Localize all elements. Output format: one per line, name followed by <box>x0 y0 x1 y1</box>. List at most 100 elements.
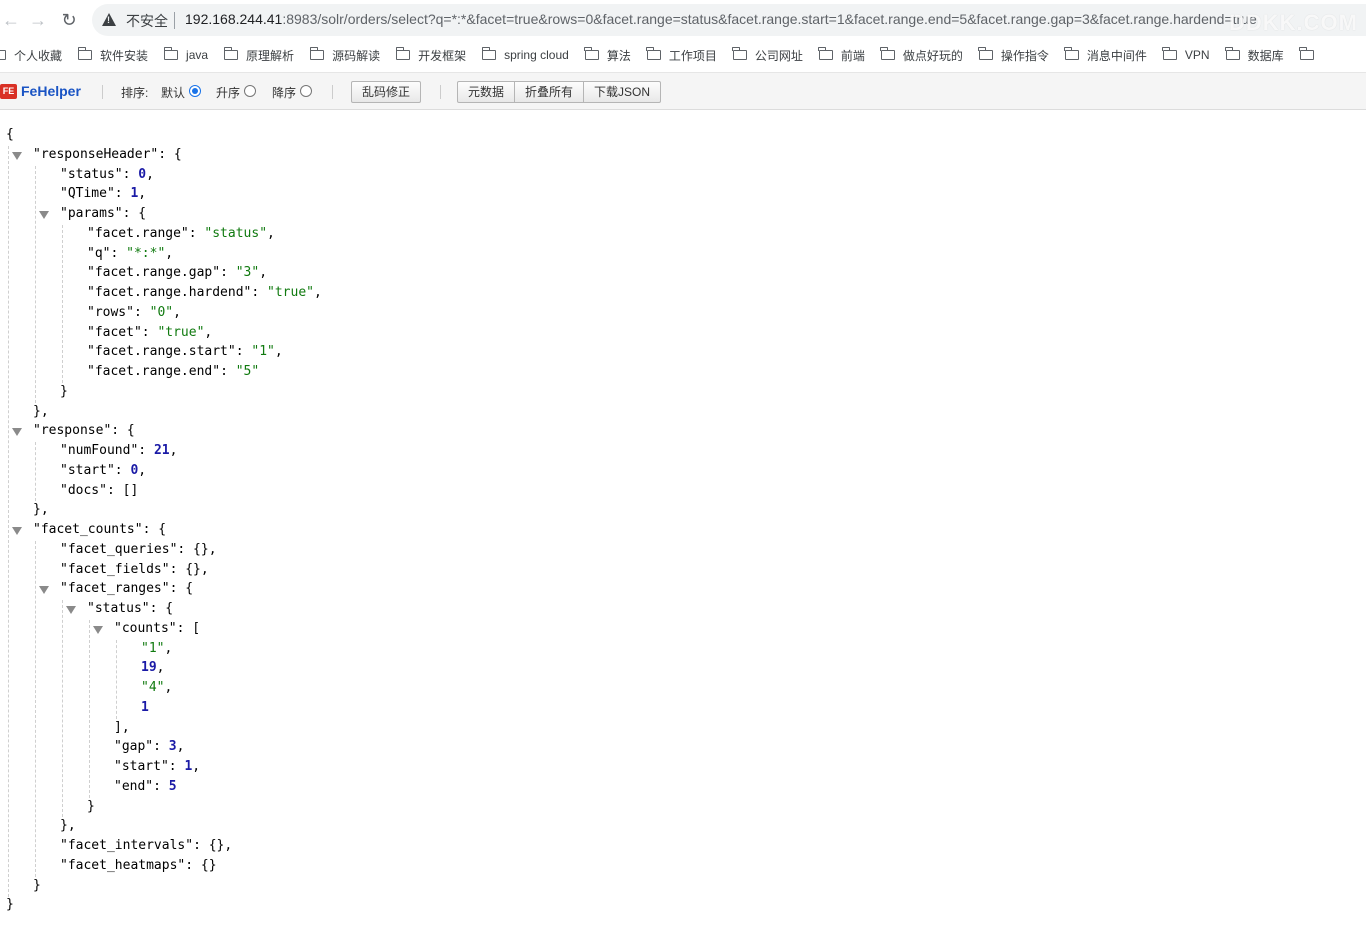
json-punct: , <box>164 641 173 656</box>
bookmark-overflow-folder[interactable] <box>1299 40 1322 70</box>
fix-encoding-button[interactable]: 乱码修正 <box>351 81 422 103</box>
bookmark-item[interactable]: 前端 <box>818 40 865 70</box>
bookmark-item[interactable]: 操作指令 <box>978 40 1049 70</box>
forward-arrow-icon[interactable]: → <box>27 9 49 31</box>
json-line: "facet_counts": { <box>33 521 166 539</box>
radio-unchecked-icon[interactable] <box>300 84 313 97</box>
json-key: "docs" <box>60 483 107 498</box>
json-line: } <box>6 896 14 914</box>
json-line: "counts": [ <box>114 620 200 638</box>
json-punct: : <box>153 779 169 794</box>
json-punct: } <box>6 897 14 912</box>
bookmarks-bar: 个人收藏 软件安装 java 原理解析 源码解读 开发框架 spring cloud 算法 工作… <box>0 40 1366 70</box>
json-line: "facet_queries": {}, <box>60 541 217 559</box>
json-punct: : <box>220 265 236 280</box>
radio-checked-icon[interactable] <box>189 84 202 97</box>
fehelper-logo-icon: FE <box>0 84 17 99</box>
folder-icon <box>1299 47 1314 60</box>
radio-unchecked-icon[interactable] <box>244 84 257 97</box>
back-arrow-icon[interactable]: ← <box>0 9 22 31</box>
bookmark-item[interactable]: 消息中间件 <box>1064 40 1147 70</box>
json-punct: { <box>6 127 14 142</box>
json-key: "facet.range" <box>87 226 189 241</box>
json-key: "status" <box>60 167 123 182</box>
sort-default-radio[interactable]: 默认 <box>161 84 205 101</box>
folder-icon <box>978 47 993 60</box>
json-line: "params": { <box>60 205 146 223</box>
bookmark-item[interactable]: 原理解析 <box>223 40 294 70</box>
indent-guide <box>62 225 63 383</box>
warning-icon[interactable] <box>102 13 116 26</box>
folder-icon <box>880 47 895 60</box>
sort-asc-radio[interactable]: 升序 <box>216 84 260 101</box>
json-key: "q" <box>87 246 111 261</box>
bookmark-item[interactable]: VPN <box>1162 40 1210 70</box>
json-punct: : {}, <box>177 542 217 557</box>
json-key: "start" <box>60 463 115 478</box>
json-line: "facet_ranges": { <box>60 580 193 598</box>
json-line: } <box>87 798 95 816</box>
bookmark-item[interactable]: 数据库 <box>1225 40 1284 70</box>
json-punct: , <box>156 660 165 675</box>
security-label[interactable]: 不安全 <box>126 11 168 31</box>
fehelper-brand[interactable]: FeHelper <box>21 83 81 99</box>
sort-desc-label: 降序 <box>272 86 297 100</box>
json-key: "responseHeader" <box>33 147 159 162</box>
json-key: "facet_queries" <box>60 542 178 557</box>
json-key: "facet.range.end" <box>87 364 221 379</box>
collapse-toggle-icon[interactable] <box>12 527 22 535</box>
collapse-all-button[interactable]: 折叠所有 <box>514 81 585 103</box>
bookmark-label: 工作项目 <box>668 48 717 63</box>
collapse-toggle-icon[interactable] <box>39 586 49 594</box>
json-string: "4" <box>141 680 165 695</box>
collapse-toggle-icon[interactable] <box>12 152 22 160</box>
url-host[interactable]: 192.168.244.41 <box>185 11 282 27</box>
json-punct: : { <box>169 581 194 596</box>
folder-icon <box>0 50 6 60</box>
url-path[interactable]: :8983/solr/orders/select?q=*:*&facet=tru… <box>282 11 1256 27</box>
bookmark-item[interactable]: 个人收藏 <box>0 40 62 70</box>
download-json-button[interactable]: 下载JSON <box>583 81 662 103</box>
bookmark-item[interactable]: 开发框架 <box>395 40 467 70</box>
bookmark-label: 前端 <box>840 48 865 63</box>
folder-icon <box>818 47 833 60</box>
folder-icon <box>1162 47 1177 60</box>
json-string: "5" <box>235 364 260 379</box>
bookmark-label: VPN <box>1184 48 1210 62</box>
json-string: "1" <box>141 641 165 656</box>
json-line: "facet.range.start": "1", <box>87 343 283 361</box>
json-punct: : { <box>111 423 135 438</box>
collapse-toggle-icon[interactable] <box>66 606 76 614</box>
bookmark-item[interactable]: 工作项目 <box>646 40 717 70</box>
bookmark-label: 开发框架 <box>418 48 467 63</box>
url-text[interactable]: 192.168.244.41:8983/solr/orders/select?q… <box>185 11 1257 27</box>
json-punct: : <box>114 186 131 201</box>
json-punct: : <box>141 325 158 340</box>
json-punct: , <box>138 463 147 478</box>
json-punct: , <box>146 167 154 182</box>
reload-icon[interactable]: ↻ <box>58 9 80 31</box>
omnibox[interactable]: 不安全 192.168.244.41:8983/solr/orders/sele… <box>92 4 1366 36</box>
json-line: 1 <box>141 699 149 717</box>
bookmark-item[interactable]: 软件安装 <box>77 40 148 70</box>
json-punct: : <box>251 285 268 300</box>
bookmark-item[interactable]: 算法 <box>584 40 631 70</box>
bookmark-label: 个人收藏 <box>14 48 63 63</box>
json-punct: , <box>204 325 213 340</box>
bookmark-item[interactable]: 做点好玩的 <box>880 40 963 70</box>
bookmark-item[interactable]: 源码解读 <box>309 40 380 70</box>
metadata-button[interactable]: 元数据 <box>457 81 516 103</box>
json-key: "facet.range.gap" <box>87 265 221 280</box>
collapse-toggle-icon[interactable] <box>39 211 49 219</box>
json-line: "facet.range.end": "5" <box>87 363 259 381</box>
collapse-toggle-icon[interactable] <box>12 428 22 436</box>
collapse-toggle-icon[interactable] <box>93 626 103 634</box>
bookmark-item[interactable]: 公司网址 <box>732 40 803 70</box>
bookmark-item[interactable]: spring cloud <box>481 40 569 70</box>
bookmark-item[interactable]: java <box>163 40 208 70</box>
json-line: }, <box>60 817 76 835</box>
indent-guide <box>116 640 117 719</box>
json-punct: ], <box>114 720 130 735</box>
json-number: 1 <box>141 700 149 715</box>
sort-desc-radio[interactable]: 降序 <box>272 84 316 101</box>
